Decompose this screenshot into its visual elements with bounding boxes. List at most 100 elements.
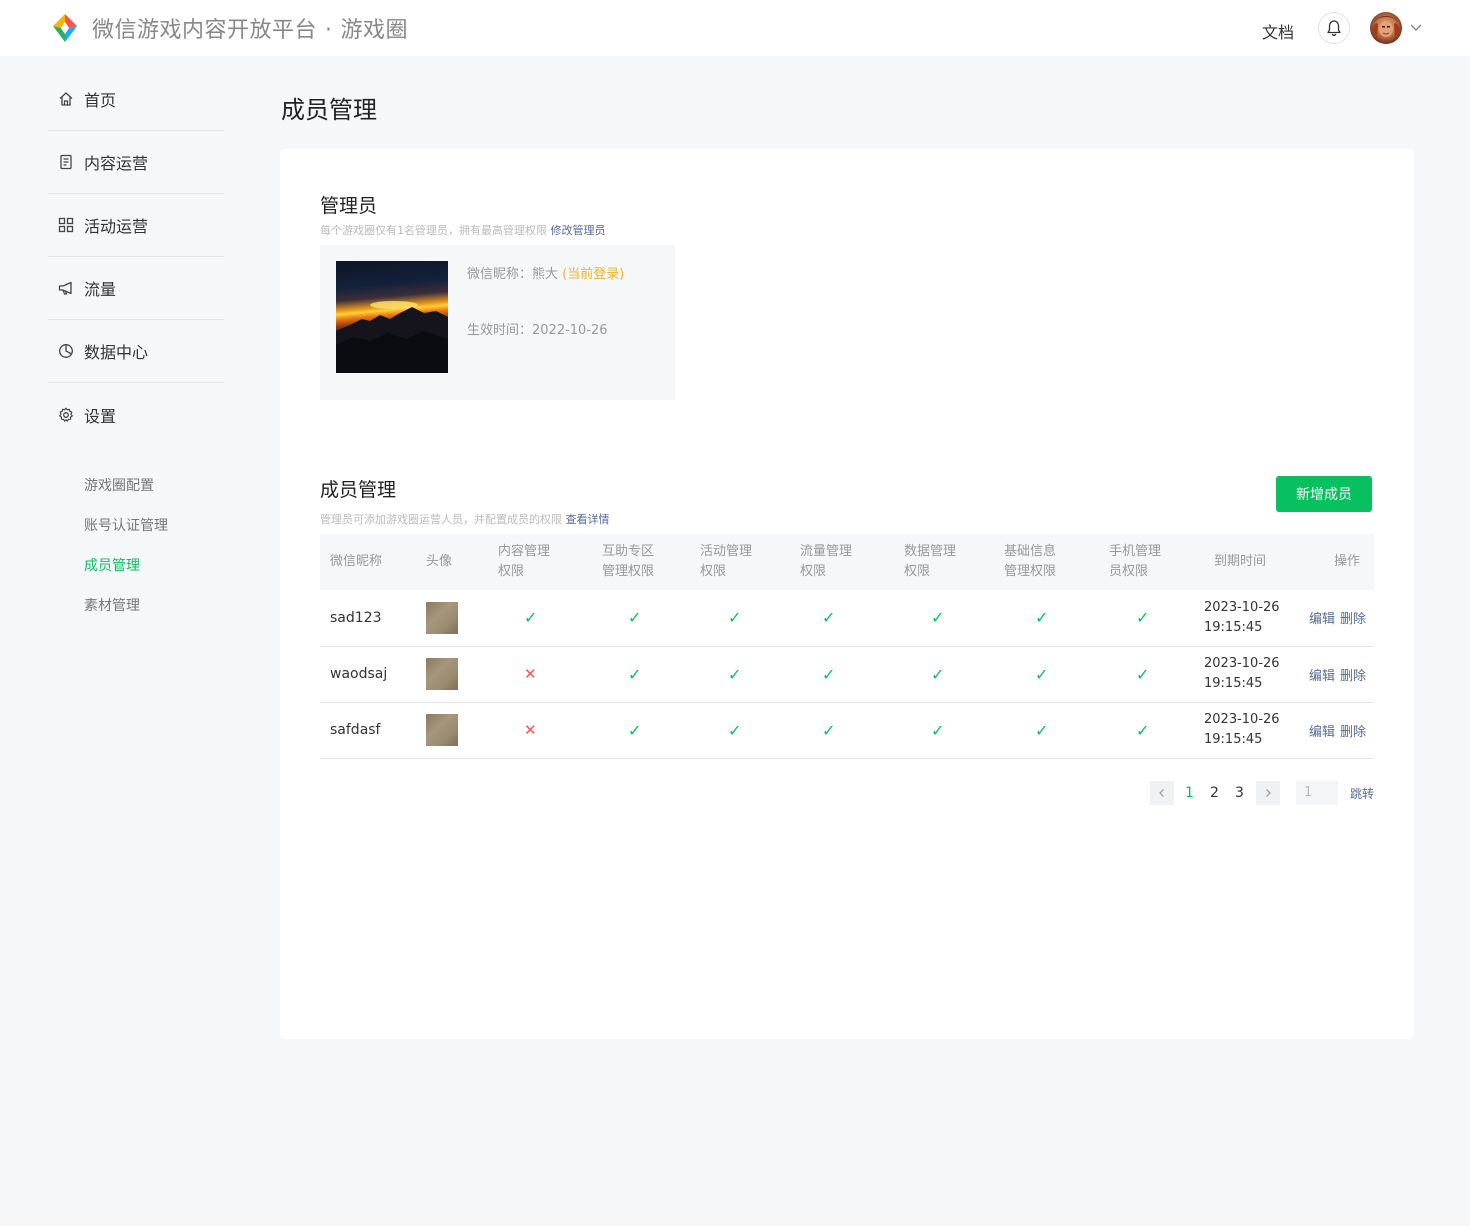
permission-cell: ✓ (690, 646, 790, 703)
permission-cell: ✓ (994, 590, 1099, 647)
top-bar: 微信游戏内容开放平台 · 游戏圈 文档 (0, 0, 1470, 56)
page-number[interactable]: 2 (1202, 785, 1227, 801)
next-page-button[interactable] (1256, 781, 1280, 805)
table-header-row: 微信昵称 头像 内容管理 权限 互助专区 管理权限 活动管理 权限 流量管理 权… (320, 534, 1374, 590)
sidebar: 首页 内容运营 活动运营 流量 数据中心 设置 游戏圈配置 账号认证管理 成员管… (48, 68, 224, 626)
page-jump-input[interactable]: 1 (1296, 781, 1338, 805)
check-icon: ✓ (1035, 720, 1049, 740)
delete-button[interactable]: 删除 (1340, 725, 1366, 740)
check-icon: ✓ (628, 720, 642, 740)
page-title: 成员管理 (281, 96, 377, 124)
check-icon: ✓ (1136, 608, 1150, 628)
permission-cell: ✓ (690, 590, 790, 647)
permission-cell: ✓ (1099, 646, 1204, 703)
page-number[interactable]: 3 (1227, 785, 1252, 801)
column-header: 微信昵称 (320, 534, 418, 590)
permission-cell: ✕ (488, 702, 592, 759)
column-header: 数据管理 权限 (894, 534, 994, 590)
check-icon: ✓ (931, 608, 945, 628)
brand-subtitle: 游戏圈 (340, 18, 409, 43)
docs-link[interactable]: 文档 (1262, 19, 1294, 43)
permission-cell: ✓ (790, 590, 894, 647)
column-header: 内容管理 权限 (488, 534, 592, 590)
cross-icon: ✕ (524, 665, 537, 683)
member-avatar-cell (418, 702, 488, 759)
chevron-left-icon (1159, 789, 1164, 797)
sidebar-subitem-circle-config[interactable]: 游戏圈配置 (48, 466, 224, 506)
permission-cell: ✓ (592, 702, 690, 759)
permission-cell: ✓ (488, 590, 592, 647)
edit-button[interactable]: 编辑 (1309, 612, 1335, 627)
check-icon: ✓ (728, 720, 742, 740)
user-avatar[interactable] (1370, 12, 1402, 44)
chevron-down-icon[interactable] (1409, 22, 1423, 34)
platform-logo-icon[interactable] (50, 13, 80, 43)
member-avatar (426, 714, 458, 746)
edit-button[interactable]: 编辑 (1309, 669, 1335, 684)
check-icon: ✓ (822, 664, 836, 684)
main-card: 管理员 每个游戏圈仅有1名管理员，拥有最高管理权限 修改管理员 微信昵称：熊大 … (280, 149, 1414, 1039)
sidebar-item-label: 流量 (84, 280, 117, 299)
expire-time: 19:15:45 (1204, 676, 1263, 691)
column-header: 头像 (418, 534, 488, 590)
permission-cell: ✕ (488, 646, 592, 703)
prev-page-button[interactable] (1150, 781, 1174, 805)
sidebar-subitem-account-verification[interactable]: 账号认证管理 (48, 506, 224, 546)
sidebar-item-label: 数据中心 (84, 343, 149, 362)
column-header: 活动管理 权限 (690, 534, 790, 590)
admin-info-box: 微信昵称：熊大 (当前登录) 生效时间：2022-10-26 (320, 245, 675, 400)
table-row: sad123 ✓ ✓ ✓ ✓ ✓ ✓ ✓ 2023-10-26 19:15:45 编辑 删除 (320, 590, 1374, 647)
column-header: 流量管理 权限 (790, 534, 894, 590)
sidebar-item-label: 活动运营 (84, 217, 149, 236)
check-icon: ✓ (728, 664, 742, 684)
sidebar-item-data-center[interactable]: 数据中心 (48, 320, 224, 383)
table-row: waodsaj ✕ ✓ ✓ ✓ ✓ ✓ ✓ 2023-10-26 19:15:45 编辑 删除 (320, 646, 1374, 703)
check-icon: ✓ (1136, 664, 1150, 684)
sidebar-item-activity-ops[interactable]: 活动运营 (48, 194, 224, 257)
edit-button[interactable]: 编辑 (1309, 725, 1335, 740)
check-icon: ✓ (728, 608, 742, 628)
admin-section-desc: 每个游戏圈仅有1名管理员，拥有最高管理权限 修改管理员 (320, 222, 606, 238)
brand-dot: · (325, 18, 333, 43)
permission-cell: ✓ (790, 702, 894, 759)
sidebar-item-traffic[interactable]: 流量 (48, 257, 224, 320)
chevron-right-icon (1266, 789, 1271, 797)
member-nickname: safdasf (320, 702, 418, 759)
cross-icon: ✕ (524, 721, 537, 739)
sidebar-item-home[interactable]: 首页 (48, 68, 224, 131)
sidebar-item-content-ops[interactable]: 内容运营 (48, 131, 224, 194)
check-icon: ✓ (1035, 608, 1049, 628)
permission-cell: ✓ (894, 646, 994, 703)
sidebar-item-settings[interactable]: 设置 (48, 383, 224, 446)
sidebar-item-label: 设置 (84, 406, 117, 426)
permission-cell: ✓ (592, 646, 690, 703)
expire-time: 19:15:45 (1204, 619, 1263, 635)
table-row: safdasf ✕ ✓ ✓ ✓ ✓ ✓ ✓ 2023-10-26 19:15:45 编辑 删除 (320, 702, 1374, 759)
brand-name: 微信游戏内容开放平台 (92, 18, 318, 43)
expire-time-cell: 2023-10-26 19:15:45 (1204, 646, 1299, 703)
avatar-portrait-icon (1372, 16, 1400, 38)
sidebar-subitem-member-management[interactable]: 成员管理 (48, 546, 224, 586)
delete-button[interactable]: 删除 (1340, 612, 1366, 627)
page-number[interactable]: 1 (1177, 785, 1202, 801)
sidebar-subitem-assets[interactable]: 素材管理 (48, 586, 224, 626)
change-admin-link[interactable]: 修改管理员 (551, 224, 606, 237)
permission-cell: ✓ (994, 702, 1099, 759)
brand-title[interactable]: 微信游戏内容开放平台 · 游戏圈 (92, 12, 408, 44)
delete-button[interactable]: 删除 (1340, 669, 1366, 684)
add-member-button[interactable]: 新增成员 (1276, 476, 1372, 512)
operation-cell: 编辑 删除 (1299, 702, 1374, 759)
permission-cell: ✓ (1099, 590, 1204, 647)
check-icon: ✓ (628, 664, 642, 684)
member-nickname: waodsaj (320, 646, 418, 703)
page-jump-button[interactable]: 跳转 (1350, 785, 1374, 802)
member-section-title: 成员管理 (320, 479, 397, 501)
admin-nickname: 熊大 (532, 267, 559, 282)
check-icon: ✓ (628, 608, 642, 628)
view-details-link[interactable]: 查看详情 (566, 513, 610, 526)
notification-button[interactable] (1318, 12, 1350, 44)
member-desc-text: 管理员可添加游戏圈运营人员，并配置成员的权限 (320, 513, 562, 526)
column-header: 到期时间 (1204, 534, 1299, 590)
pie-chart-icon (59, 344, 73, 358)
bell-icon (1327, 20, 1341, 37)
